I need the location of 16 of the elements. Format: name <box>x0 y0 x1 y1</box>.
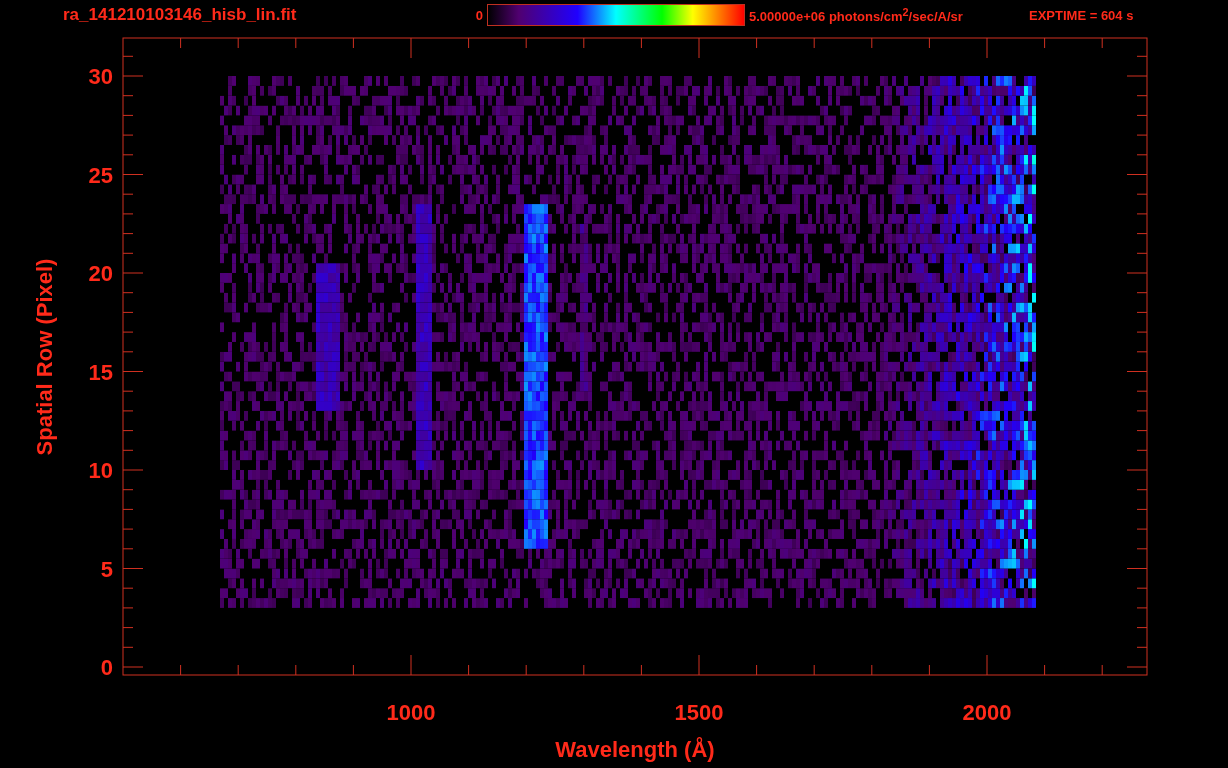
x-tick-label: 1000 <box>386 700 436 725</box>
colorbar-min-label: 0 <box>474 7 484 23</box>
x-axis-title: Wavelength (Å) <box>555 737 715 762</box>
y-tick-label: 15 <box>88 359 113 385</box>
y-axis-title: Spatial Row (Pixel) <box>32 258 57 456</box>
y-tick-label: 30 <box>88 64 113 89</box>
file-title: ra_141210103146_hisb_lin.fit <box>63 5 298 25</box>
y-tick-label: 5 <box>100 556 113 582</box>
y-tick-label: 0 <box>100 655 113 680</box>
y-tick-label: 10 <box>88 458 113 483</box>
x-tick-label: 1500 <box>674 700 724 725</box>
y-tick-label: 25 <box>88 162 113 188</box>
colorbar-max-label: 5.00000e+06 photons/cm$^{2}$/sec/A/sr <box>749 5 964 25</box>
x-tick-label: 2000 <box>962 700 1012 725</box>
exposure-time: EXPTIME = 604 s <box>1029 7 1134 23</box>
y-tick-label: 20 <box>88 261 113 286</box>
